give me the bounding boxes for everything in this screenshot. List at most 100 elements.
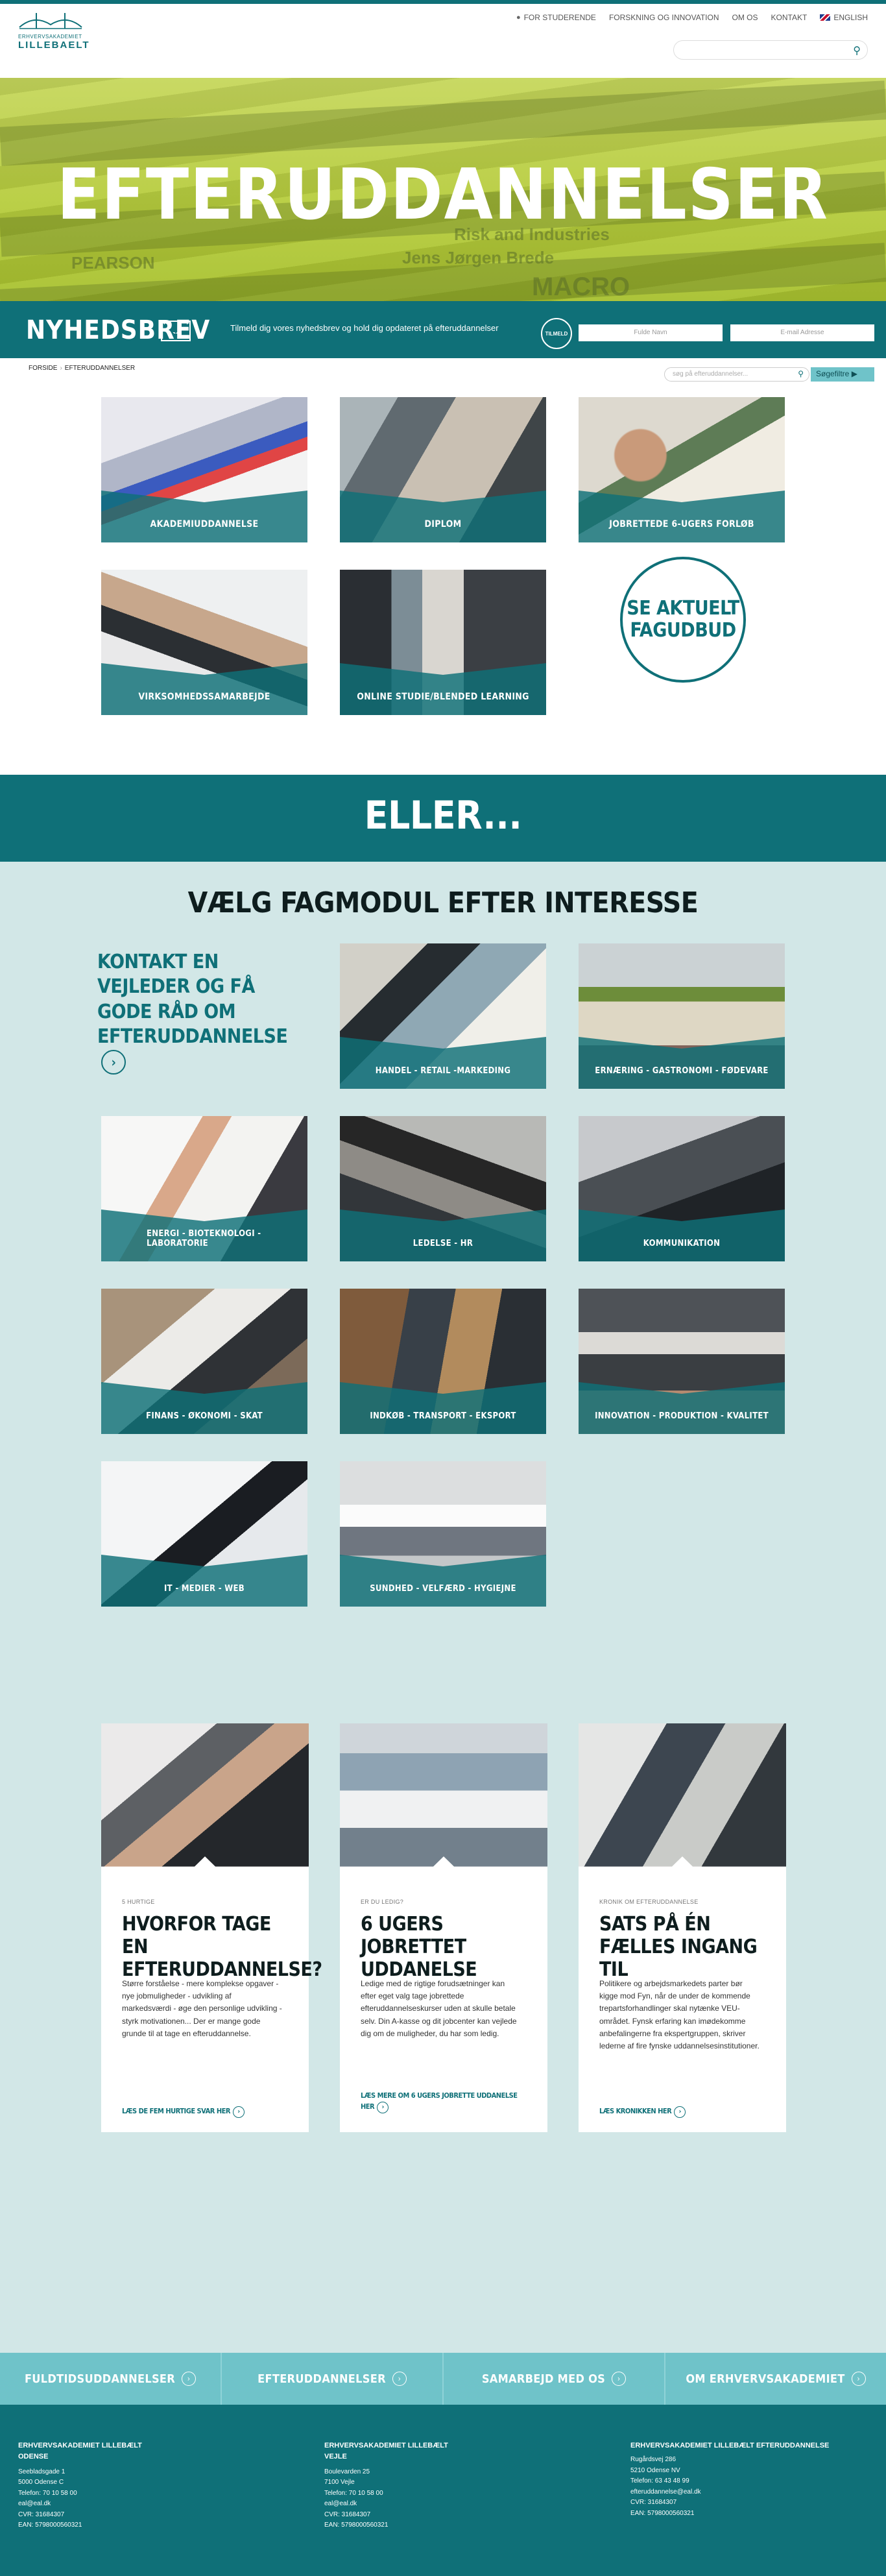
- newsletter-email-field[interactable]: E-mail Adresse: [730, 324, 874, 341]
- site-search-input[interactable]: ⚲: [673, 40, 868, 60]
- module-tile-indkob[interactable]: INDKØB - TRANSPORT - EKSPORT: [340, 1289, 546, 1434]
- bottom-nav-label: OM ERHVERVSAKADEMIET: [686, 2372, 845, 2386]
- article-photo: [579, 1723, 786, 1873]
- chevron-right-icon: ›: [851, 2372, 866, 2386]
- bottom-navigation: FULDTIDSUDDANNELSER › EFTERUDDANNELSER › S…: [0, 2353, 886, 2405]
- newsletter-name-field[interactable]: Fulde Navn: [579, 324, 723, 341]
- breadcrumb-item-forside[interactable]: FORSIDE: [29, 365, 57, 372]
- chevron-right-icon: ›: [182, 2372, 197, 2386]
- course-search-input[interactable]: søg på efteruddannelser... ⚲: [664, 367, 809, 382]
- bottom-nav-label: SAMARBEJD MED OS: [481, 2372, 606, 2386]
- module-label: HANDEL - RETAIL -MARKEDING: [375, 1066, 511, 1076]
- footer-org-name: ERHVERVSAKADEMIET LILLEBÆLT: [324, 2442, 448, 2449]
- footer-line: Boulevarden 25: [324, 2468, 370, 2475]
- logo-name: LILLEBAELT: [18, 40, 90, 51]
- bottom-nav-efteruddannelser[interactable]: EFTERUDDANNELSER ›: [222, 2353, 444, 2405]
- article-link-label: LÆS KRONIKKEN HER: [599, 2107, 672, 2115]
- breadcrumb: FORSIDE › EFTERUDDANNELSER: [29, 365, 135, 372]
- module-label: FINANS - ØKONOMI - SKAT: [146, 1411, 263, 1421]
- contact-advisor-text: KONTAKT EN VEJLEDER OG FÅ GODE RÅD OM EF…: [97, 951, 288, 1049]
- search-icon[interactable]: ⚲: [853, 44, 861, 57]
- article-kicker: KRONIK OM EFTERUDDANNELSE: [599, 1899, 699, 1905]
- newsletter-signup-button[interactable]: TILMELD: [541, 318, 572, 349]
- footer-email-link[interactable]: eal@eal.dk: [18, 2500, 51, 2507]
- nav-om-os[interactable]: OM OS: [732, 13, 758, 22]
- footer-line: CVR: 31684307: [630, 2499, 677, 2507]
- program-tile-akademi[interactable]: AKADEMIUDDANNELSE: [101, 397, 307, 542]
- article-card-kronik: KRONIK OM EFTERUDDANNELSE SATS PÅ ÉN FÆL…: [579, 1723, 786, 2132]
- footer-line: CVR: 31684307: [18, 2510, 65, 2518]
- footer-line: 5000 Odense C: [18, 2479, 64, 2486]
- module-tile-kommunikation[interactable]: KOMMUNIKATION: [579, 1116, 785, 1261]
- logo[interactable]: ERHVERVSAKADEMIET LILLEBAELT: [18, 12, 90, 51]
- article-body: Politikere og arbejdsmarkedets parter bø…: [599, 1979, 760, 2050]
- footer-email-link[interactable]: eal@eal.dk: [324, 2500, 357, 2507]
- footer-line: 7100 Vejle: [324, 2479, 355, 2486]
- nav-kontakt[interactable]: KONTAKT: [771, 13, 808, 22]
- person-icon: ●: [516, 14, 521, 21]
- footer-address-odense: ERHVERVSAKADEMIET LILLEBÆLT ODENSE Seebl…: [18, 2441, 232, 2531]
- program-tile-diplom[interactable]: DIPLOM: [340, 397, 546, 542]
- module-tile-ernaering[interactable]: ERNÆRING - GASTRONOMI - FØDEVARE: [579, 943, 785, 1089]
- contact-advisor-link[interactable]: KONTAKT EN VEJLEDER OG FÅ GODE RÅD OM EF…: [97, 950, 292, 1075]
- footer-org-name: ERHVERVSAKADEMIET LILLEBÆLT EFTERUDDANNE…: [630, 2442, 830, 2449]
- course-search-placeholder: søg på efteruddannelser...: [673, 371, 748, 378]
- module-label: LEDELSE - HR: [413, 1239, 473, 1248]
- eller-divider: ELLER...: [0, 775, 886, 862]
- breadcrumb-bar: FORSIDE › EFTERUDDANNELSER søg på efterudd…: [0, 358, 886, 387]
- footer-city: ODENSE: [18, 2453, 49, 2461]
- bottom-nav-fuldtid[interactable]: FULDTIDSUDDANNELSER ›: [0, 2353, 222, 2405]
- nav-english[interactable]: ENGLISH: [820, 13, 868, 22]
- site-header: ERHVERVSAKADEMIET LILLEBAELT ● FOR STUDER…: [0, 4, 886, 78]
- hero-background-text: Jens Jørgen Brede: [402, 248, 555, 267]
- hero-book-decoration: [0, 80, 886, 166]
- hero-banner: Risk and Industries Jens Jørgen Brede PE…: [0, 78, 886, 301]
- program-tile-virksomhed[interactable]: VIRKSOMHEDSSAMARBEJDE: [101, 570, 307, 715]
- interest-title: VÆLG FAGMODUL EFTER INTERESSE: [187, 886, 699, 919]
- nav-for-studerende[interactable]: ● FOR STUDERENDE: [516, 13, 596, 22]
- article-photo: [340, 1723, 547, 1873]
- module-tile-finans[interactable]: FINANS - ØKONOMI - SKAT: [101, 1289, 307, 1434]
- program-tile-jobrettede[interactable]: JOBRETTEDE 6-UGERS FORLØB: [579, 397, 785, 542]
- module-label: SUNDHED - VELFÆRD - HYGIEJNE: [370, 1584, 516, 1594]
- footer-line: Rugårdsvej 286: [630, 2456, 676, 2464]
- module-tile-handel[interactable]: HANDEL - RETAIL -MARKEDING: [340, 943, 546, 1089]
- footer-line: 5210 Odense NV: [630, 2466, 680, 2474]
- newsletter-bar: NYHEDSBREV Tilmeld dig vores nyhedsbrev …: [0, 301, 886, 358]
- module-tile-energi[interactable]: ENERGI - BIOTEKNOLOGI - LABORATORIE: [101, 1116, 307, 1261]
- footer-line: EAN: 5798000560321: [324, 2521, 389, 2529]
- program-label: VIRKSOMHEDSSAMARBEJDE: [138, 692, 270, 702]
- footer-line: Telefon: 70 10 58 00: [18, 2489, 77, 2497]
- newsletter-text: Tilmeld dig vores nyhedsbrev og hold dig…: [230, 323, 499, 333]
- top-navigation: ● FOR STUDERENDE FORSKNING OG INNOVATION …: [516, 13, 868, 22]
- breadcrumb-item-current: EFTERUDDANNELSER: [64, 365, 136, 372]
- bottom-nav-om[interactable]: OM ERHVERVSAKADEMIET ›: [665, 2353, 886, 2405]
- program-tile-online[interactable]: ONLINE STUDIE/BLENDED LEARNING: [340, 570, 546, 715]
- module-tile-sundhed[interactable]: SUNDHED - VELFÆRD - HYGIEJNE: [340, 1461, 546, 1607]
- search-filter-button[interactable]: Søgefiltre ▶: [811, 367, 874, 382]
- hero-background-text: PEARSON: [71, 253, 155, 273]
- article-read-more-link[interactable]: LÆS MERE OM 6 UGERS JOBRETTE UDDANELSE H…: [361, 2091, 532, 2113]
- nav-label: OM OS: [732, 13, 758, 22]
- footer-email-link[interactable]: efteruddannelse@eal.dk: [630, 2488, 701, 2496]
- article-read-more-link[interactable]: LÆS KRONIKKEN HER ›: [599, 2106, 771, 2118]
- chevron-right-icon: ›: [233, 2106, 245, 2118]
- program-label: AKADEMIUDDANNELSE: [150, 519, 259, 529]
- footer-address-efteruddannelse: ERHVERVSAKADEMIET LILLEBÆLT EFTERUDDANNE…: [630, 2441, 844, 2519]
- aktuelt-fagudbud-button[interactable]: SE AKTUELT FAGUDBUD: [620, 557, 746, 683]
- program-label: DIPLOM: [424, 519, 462, 529]
- envelope-icon: [161, 321, 191, 341]
- bottom-nav-samarbejd[interactable]: SAMARBEJD MED OS ›: [444, 2353, 665, 2405]
- module-tile-it[interactable]: IT - MEDIER - WEB: [101, 1461, 307, 1607]
- search-icon[interactable]: ⚲: [798, 369, 804, 378]
- footer-org-name: ERHVERVSAKADEMIET LILLEBÆLT: [18, 2442, 142, 2449]
- chevron-right-icon: ›: [612, 2372, 627, 2386]
- bridge-logo-icon: [19, 13, 82, 29]
- footer-line: EAN: 5798000560321: [630, 2509, 695, 2517]
- nav-forskning[interactable]: FORSKNING OG INNOVATION: [609, 13, 719, 22]
- article-read-more-link[interactable]: LÆS DE FEM HURTIGE SVAR HER ›: [122, 2106, 293, 2118]
- uk-flag-icon: [820, 14, 831, 21]
- module-tile-innovation[interactable]: INNOVATION - PRODUKTION - KVALITET: [579, 1289, 785, 1434]
- article-kicker: ER DU LEDIG?: [361, 1899, 404, 1905]
- module-tile-ledelse[interactable]: LEDELSE - HR: [340, 1116, 546, 1261]
